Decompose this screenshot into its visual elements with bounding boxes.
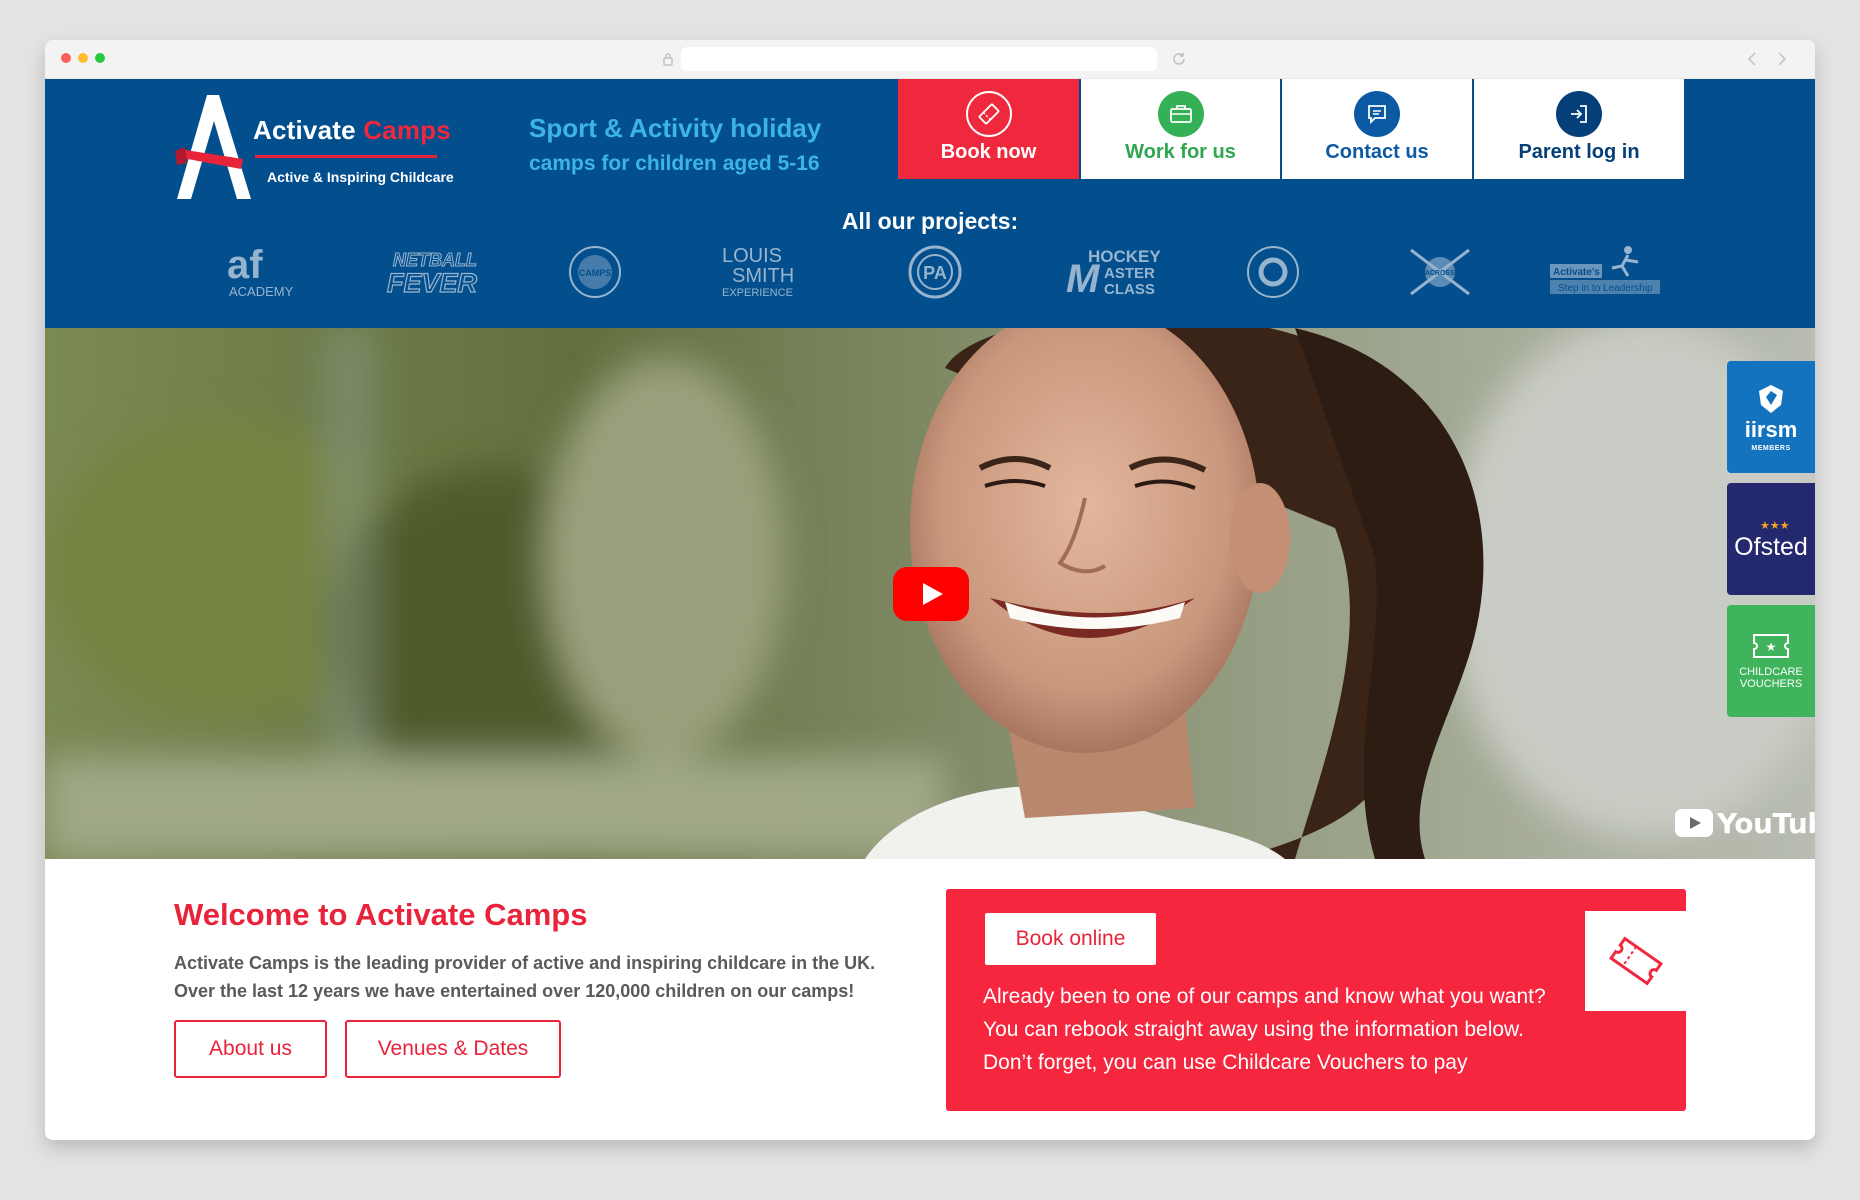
childcare-vouchers-badge[interactable]: ★ CHILDCARE VOUCHERS: [1727, 605, 1815, 717]
contact-us-label: Contact us: [1325, 141, 1429, 163]
work-for-us-label: Work for us: [1125, 141, 1236, 163]
svg-text:af: af: [227, 244, 263, 287]
ultimate-lacrosse-logo[interactable]: LACROSSE: [1395, 242, 1485, 302]
contact-us-button[interactable]: Contact us: [1282, 79, 1474, 179]
book-now-label: Book now: [940, 141, 1037, 163]
svg-text:Activate's: Activate's: [1553, 267, 1600, 278]
hockey-master-class-logo[interactable]: HOCKEY M ASTER CLASS: [1055, 242, 1165, 302]
step-in-to-leadership-logo[interactable]: Activate's Step in to Leadership: [1545, 242, 1665, 302]
booking-line-1: Already been to one of our camps and kno…: [983, 985, 1546, 1008]
venues-dates-button[interactable]: Venues & Dates: [345, 1020, 561, 1078]
header-tagline: Sport & Activity holiday camps for child…: [529, 113, 821, 176]
stars-icon: ★★★: [1760, 519, 1790, 531]
brand-name: Activate Camps: [253, 115, 451, 145]
netball-fever-logo[interactable]: NETBALL FEVER: [380, 242, 490, 302]
login-icon: [1556, 91, 1602, 137]
parent-log-in-button[interactable]: Parent log in: [1474, 79, 1684, 179]
close-window-button[interactable]: [61, 53, 71, 63]
svg-text:EXPERIENCE: EXPERIENCE: [722, 287, 793, 299]
ticket-icon: [1608, 936, 1663, 986]
book-online-button[interactable]: Book online: [985, 913, 1156, 965]
pa-logo[interactable]: PA: [900, 242, 970, 302]
booking-line-2: You can rebook straight away using the i…: [983, 1018, 1524, 1041]
svg-text:LOUIS: LOUIS: [722, 245, 782, 267]
youtube-logo[interactable]: YouTube: [1675, 806, 1815, 840]
svg-text:ACADEMY: ACADEMY: [229, 284, 294, 299]
maximize-window-button[interactable]: [95, 53, 105, 63]
site-logo[interactable]: Activate Camps Active & Inspiring Childc…: [173, 91, 473, 206]
af-academy-logo[interactable]: af ACADEMY: [215, 242, 315, 302]
top-navigation: Book now Work for us Contact us Parent l…: [898, 79, 1684, 179]
multi-activity-camps-logo[interactable]: CAMPS: [560, 242, 630, 302]
about-us-button[interactable]: About us: [174, 1020, 327, 1078]
louis-smith-experience-logo[interactable]: LOUIS SMITH EXPERIENCE: [705, 242, 815, 302]
intro-line-1: Activate Camps is the leading provider o…: [174, 953, 876, 973]
briefcase-icon: [1158, 91, 1204, 137]
tagline-line-1: Sport & Activity holiday: [529, 113, 822, 143]
youtube-icon: [1675, 809, 1713, 837]
reload-icon[interactable]: [1170, 50, 1188, 68]
svg-text:★: ★: [1766, 640, 1777, 654]
tagline-line-2: camps for children aged 5-16: [529, 152, 820, 175]
booking-info-text: Already been to one of our camps and kno…: [983, 980, 1546, 1079]
svg-text:FEVER: FEVER: [387, 268, 478, 298]
site-header: Activate Camps Active & Inspiring Childc…: [45, 79, 1815, 328]
back-icon[interactable]: [1745, 50, 1761, 68]
iirsm-subtitle: MEMBERS: [1751, 444, 1791, 452]
intro-line-2: Over the last 12 years we have entertain…: [174, 981, 855, 1001]
ofsted-badge[interactable]: ★★★ Ofsted: [1727, 483, 1815, 595]
logo-a-mark-icon: [175, 95, 251, 199]
booking-panel: Book online Already been to one of our c…: [946, 889, 1686, 1111]
work-for-us-button[interactable]: Work for us: [1081, 79, 1282, 179]
booking-ticket-tile: [1585, 911, 1686, 1011]
svg-text:CAMPS: CAMPS: [579, 268, 612, 278]
svg-text:PA: PA: [923, 263, 947, 283]
chat-icon: [1354, 91, 1400, 137]
minimize-window-button[interactable]: [78, 53, 88, 63]
play-icon[interactable]: [893, 567, 969, 621]
svg-text:ASTER: ASTER: [1104, 265, 1155, 282]
ofsted-title: Ofsted: [1734, 532, 1808, 561]
browser-toolbar: [45, 40, 1815, 79]
iirsm-badge[interactable]: iirsm MEMBERS: [1727, 361, 1815, 473]
welcome-heading: Welcome to Activate Camps: [174, 897, 588, 932]
address-bar[interactable]: [681, 47, 1157, 71]
forward-icon[interactable]: [1773, 50, 1789, 68]
book-now-button[interactable]: Book now: [898, 79, 1081, 179]
booking-line-3: Don’t forget, you can use Childcare Vouc…: [983, 1051, 1468, 1074]
svg-text:NETBALL: NETBALL: [393, 250, 477, 270]
svg-text:LACROSSE: LACROSSE: [1421, 270, 1460, 277]
tennis-camps-logo[interactable]: [1238, 242, 1308, 302]
youtube-wordmark: YouTube: [1717, 806, 1815, 840]
svg-text:CLASS: CLASS: [1104, 281, 1155, 298]
project-logos: af ACADEMY NETBALL FEVER CAMPS LOUIS SMI…: [205, 242, 1660, 312]
svg-text:M: M: [1066, 257, 1101, 300]
lock-icon: [663, 53, 673, 66]
parent-log-in-label: Parent log in: [1518, 141, 1640, 163]
hero-video[interactable]: YouTube: [45, 328, 1815, 859]
vouchers-label: CHILDCARE VOUCHERS: [1739, 666, 1803, 690]
brand-tagline: Active & Inspiring Childcare: [267, 169, 454, 185]
shield-icon: [1759, 384, 1783, 413]
svg-text:★★★: ★★★: [1760, 519, 1790, 531]
voucher-icon: ★: [1753, 634, 1789, 658]
projects-heading: All our projects:: [841, 208, 1019, 234]
iirsm-title: iirsm: [1744, 416, 1798, 442]
svg-text:SMITH: SMITH: [732, 265, 794, 287]
intro-text: Activate Camps is the leading provider o…: [174, 949, 875, 1005]
ticket-icon: [966, 91, 1012, 137]
svg-text:Step in to Leadership: Step in to Leadership: [1558, 283, 1653, 294]
brand-underline: [255, 155, 437, 158]
browser-window: Activate Camps Active & Inspiring Childc…: [45, 40, 1815, 1140]
